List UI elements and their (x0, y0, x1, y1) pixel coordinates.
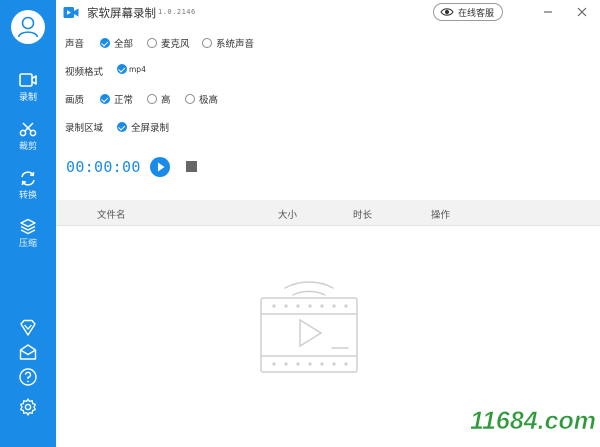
minimize-button[interactable] (540, 4, 556, 20)
online-support-button[interactable]: 在线客服 (433, 3, 503, 21)
app-window: 录制 裁剪 转换 压缩 家软屏幕录制 1.0.2146 在线客服 声音 全部 麦… (0, 0, 600, 447)
audio-option-all[interactable]: 全部 (100, 36, 133, 50)
audio-option-label: 麦克风 (161, 39, 190, 50)
compress-icon (20, 218, 36, 235)
audio-option-label: 全部 (114, 39, 134, 50)
radio-unchecked[interactable] (202, 38, 212, 48)
audio-option-microphone[interactable]: 麦克风 (147, 36, 190, 50)
radio-checked[interactable] (100, 38, 110, 48)
sidebar-item-label: 录制 (18, 93, 37, 103)
quality-option-label: 正常 (114, 95, 134, 106)
quality-option-ultra[interactable]: 极高 (185, 92, 218, 106)
sidebar-item-label: 裁剪 (18, 142, 37, 152)
radio-unchecked[interactable] (185, 94, 195, 104)
support-label: 在线客服 (458, 8, 495, 19)
quality-option-label: 极高 (199, 95, 219, 106)
app-version: 1.0.2146 (158, 8, 196, 16)
column-filename: 文件名 (97, 210, 126, 221)
radio-unchecked[interactable] (147, 94, 157, 104)
vip-diamond-icon[interactable] (18, 318, 38, 338)
quality-option-label: 高 (161, 95, 171, 106)
audio-label: 声音 (65, 39, 85, 50)
settings-icon[interactable] (18, 397, 38, 417)
format-option-label: mp4 (129, 64, 146, 74)
convert-icon (21, 171, 35, 186)
play-icon (158, 162, 165, 172)
start-record-button[interactable] (150, 157, 170, 177)
quality-label: 画质 (65, 95, 85, 106)
column-duration: 时长 (353, 210, 373, 221)
sidebar-item-label: 压缩 (18, 239, 37, 249)
file-table-header: 文件名 大小 时长 操作 (56, 200, 600, 226)
sidebar-item-compress[interactable]: 压缩 (0, 218, 56, 262)
site-watermark: 11684.com (470, 407, 597, 436)
app-title: 家软屏幕录制 (87, 6, 156, 20)
video-format-label: 视频格式 (65, 67, 104, 78)
sidebar-item-convert[interactable]: 转换 (0, 170, 56, 214)
quality-option-high[interactable]: 高 (147, 92, 171, 106)
format-option-mp4[interactable]: mp4 (117, 64, 146, 74)
eye-icon (440, 8, 454, 16)
empty-video-illustration (260, 281, 358, 373)
recording-timer: 00:00:00 (66, 158, 141, 176)
radio-checked[interactable] (117, 64, 127, 74)
avatar[interactable] (11, 10, 45, 44)
quality-option-normal[interactable]: 正常 (100, 92, 133, 106)
scissors-icon (19, 122, 37, 137)
audio-option-system[interactable]: 系统声音 (202, 36, 254, 50)
radio-unchecked[interactable] (147, 38, 157, 48)
column-actions: 操作 (431, 210, 451, 221)
radio-checked[interactable] (117, 122, 127, 132)
mail-icon[interactable] (18, 342, 38, 362)
recording-area-label: 录制区域 (65, 123, 104, 134)
area-option-fullscreen[interactable]: 全屏录制 (117, 120, 169, 134)
close-icon (577, 7, 587, 17)
audio-option-label: 系统声音 (216, 39, 255, 50)
title-bar: 家软屏幕录制 1.0.2146 在线客服 (56, 0, 600, 26)
minimize-icon (544, 11, 552, 13)
sidebar-item-record[interactable]: 录制 (0, 72, 56, 116)
sidebar: 录制 裁剪 转换 压缩 (0, 0, 56, 447)
help-icon[interactable] (18, 367, 38, 387)
app-logo-icon (63, 7, 79, 18)
stop-record-button[interactable] (186, 161, 197, 172)
column-size: 大小 (278, 210, 298, 221)
close-button[interactable] (574, 4, 590, 20)
user-icon (12, 11, 44, 43)
sidebar-item-crop[interactable]: 裁剪 (0, 121, 56, 165)
area-option-label: 全屏录制 (131, 123, 170, 134)
screen-record-icon (19, 73, 37, 87)
sidebar-item-label: 转换 (18, 191, 37, 201)
watermark-text: 11684.com (470, 407, 596, 435)
radio-checked[interactable] (100, 94, 110, 104)
